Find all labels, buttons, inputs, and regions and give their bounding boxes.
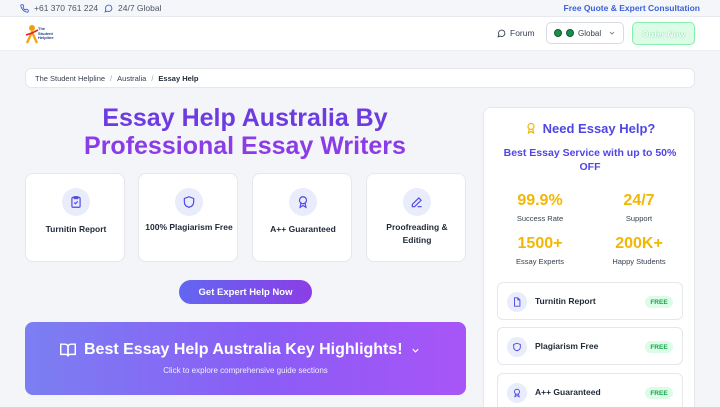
breadcrumb: The Student Helpline / Australia / Essay…	[25, 68, 695, 88]
stat-support: 24/7 Support	[591, 191, 687, 223]
region-selector[interactable]: Global	[546, 22, 624, 44]
phone-number: +61 370 761 224	[34, 3, 99, 13]
key-highlights-title: Best Essay Help Australia Key Highlights…	[84, 341, 403, 358]
site-logo[interactable]: The Student Helpline	[24, 24, 60, 44]
order-now-button[interactable]: Order Now	[632, 22, 695, 45]
pen-icon	[403, 188, 431, 216]
phone-icon	[20, 3, 29, 13]
free-badge: FREE	[645, 341, 673, 353]
globe-icon	[554, 29, 562, 37]
chat-bubble-icon	[497, 29, 506, 38]
feature-card-turnitin: Turnitin Report	[25, 173, 125, 262]
key-highlights-subtitle: Click to explore comprehensive guide sec…	[163, 366, 328, 375]
clipboard-check-icon	[62, 188, 90, 216]
page-title-line-1: Essay Help Australia By	[102, 104, 388, 132]
breadcrumb-home[interactable]: The Student Helpline	[35, 74, 105, 83]
stat-caption: Support	[625, 214, 653, 223]
feature-card-guaranteed: A++ Guaranteed	[252, 173, 352, 262]
page-title-line-2: Professional Essay Writers	[84, 132, 406, 160]
sidebar-offer: Best Essay Service with up to 50% OFF	[503, 147, 677, 173]
sidebar-heading: Need Essay Help?	[484, 121, 696, 136]
service-guaranteed[interactable]: A++ Guaranteed FREE	[497, 373, 683, 407]
chat-bubble-icon	[104, 4, 113, 13]
stat-value: 1500+	[517, 235, 563, 252]
stat-caption: Essay Experts	[516, 257, 564, 266]
award-icon	[507, 383, 527, 403]
region-label: Global	[578, 28, 602, 38]
service-name: Plagiarism Free	[535, 341, 599, 351]
document-icon	[507, 292, 527, 312]
phone-contact[interactable]: +61 370 761 224	[20, 3, 98, 13]
stat-caption: Success Rate	[516, 214, 564, 223]
stat-caption: Happy Students	[612, 257, 666, 266]
feature-label: A++ Guaranteed	[270, 224, 336, 234]
free-badge: FREE	[645, 387, 673, 399]
feature-card-plagiarism: 100% Plagiarism Free	[138, 173, 238, 262]
breadcrumb-separator: /	[110, 73, 113, 83]
site-header: The Student Helpline Forum Global Order …	[0, 17, 720, 51]
get-expert-help-button[interactable]: Get Expert Help Now	[179, 280, 312, 304]
service-plagiarism-free[interactable]: Plagiarism Free FREE	[497, 327, 683, 365]
feature-card-proofreading: Proofreading & Editing	[366, 173, 466, 262]
shield-icon	[175, 188, 203, 216]
stat-happy-students: 200K+ Happy Students	[591, 234, 687, 266]
breadcrumb-australia[interactable]: Australia	[117, 74, 146, 83]
stat-success-rate: 99.9% Success Rate	[492, 191, 588, 223]
feature-cards: Turnitin Report 100% Plagiarism Free A++…	[25, 173, 466, 262]
chevron-down-icon	[608, 29, 616, 37]
page-title: Essay Help Australia By Professional Ess…	[40, 104, 450, 160]
open-book-icon	[59, 342, 77, 358]
stat-essay-experts: 1500+ Essay Experts	[492, 234, 588, 266]
key-highlights-header: Best Essay Help Australia Key Highlights…	[59, 341, 421, 359]
forum-label: Forum	[510, 28, 535, 38]
feature-label: Turnitin Report	[45, 224, 107, 234]
free-badge: FREE	[645, 296, 673, 308]
feature-label: 100% Plagiarism Free	[145, 222, 233, 232]
essay-help-sidebar: Need Essay Help? Best Essay Service with…	[483, 107, 695, 407]
breadcrumb-separator: /	[151, 73, 154, 83]
feature-label: Proofreading & Editing	[386, 222, 448, 245]
stat-value: 200K+	[615, 235, 663, 252]
award-icon	[289, 188, 317, 216]
logo-text: The Student Helpline	[38, 26, 54, 40]
availability-info: 24/7 Global	[104, 3, 161, 13]
chevron-down-icon	[410, 345, 421, 356]
forum-link[interactable]: Forum	[497, 28, 535, 38]
stat-value: 99.9%	[517, 192, 563, 209]
stat-value: 24/7	[623, 192, 655, 209]
top-bar: +61 370 761 224 24/7 Global Free Quote &…	[0, 0, 720, 17]
service-turnitin-report[interactable]: Turnitin Report FREE	[497, 282, 683, 320]
award-icon	[525, 122, 537, 135]
shield-icon	[507, 337, 527, 357]
service-name: A++ Guaranteed	[535, 387, 601, 397]
breadcrumb-current: Essay Help	[158, 73, 199, 83]
service-name: Turnitin Report	[535, 296, 596, 306]
sidebar-heading-text: Need Essay Help?	[542, 121, 656, 136]
flag-icon	[566, 29, 574, 37]
availability-text: 24/7 Global	[118, 3, 162, 13]
free-quote-link[interactable]: Free Quote & Expert Consultation	[564, 3, 701, 13]
key-highlights-toggle[interactable]: Best Essay Help Australia Key Highlights…	[25, 322, 466, 395]
